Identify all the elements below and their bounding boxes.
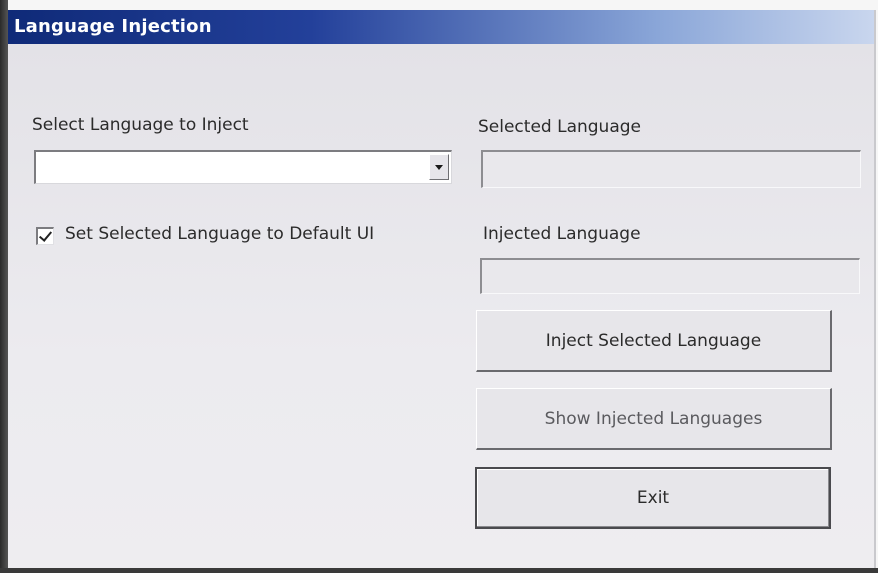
exit-button[interactable]: Exit: [475, 467, 831, 529]
injected-language-field: [480, 258, 860, 294]
combobox-dropdown-button[interactable]: [429, 154, 449, 180]
window-title: Language Injection: [14, 16, 212, 37]
checkmark-icon: [38, 228, 53, 242]
show-injected-languages-button[interactable]: Show Injected Languages: [476, 388, 832, 450]
inject-selected-language-button[interactable]: Inject Selected Language: [476, 310, 832, 372]
title-bar[interactable]: Language Injection: [8, 10, 874, 44]
injected-language-label: Injected Language: [483, 224, 641, 244]
default-ui-checkbox-label[interactable]: Set Selected Language to Default UI: [65, 224, 374, 244]
chevron-down-icon: [435, 165, 443, 170]
monitor-bezel-left: [0, 0, 8, 573]
default-ui-checkbox[interactable]: [36, 227, 54, 245]
screen: Language Injection Select Language to In…: [0, 0, 878, 573]
selected-language-field: [481, 150, 861, 188]
language-injection-window: Language Injection Select Language to In…: [8, 10, 876, 568]
select-language-combobox[interactable]: [34, 150, 452, 184]
selected-language-label: Selected Language: [478, 117, 641, 137]
select-language-label: Select Language to Inject: [32, 115, 249, 135]
client-area: Select Language to Inject Set Selected L…: [8, 44, 874, 568]
monitor-bezel-bottom: [0, 568, 878, 573]
